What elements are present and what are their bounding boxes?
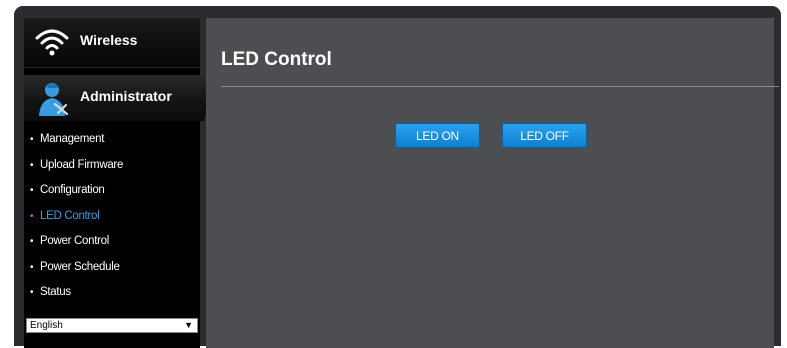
title-divider <box>221 86 779 87</box>
sidebar-item-label: Status <box>40 286 71 298</box>
bullet-icon: • <box>30 159 34 171</box>
admin-icon <box>39 83 69 116</box>
sidebar-item-label: Power Control <box>40 235 109 247</box>
sidebar-item-label: LED Control <box>40 209 100 222</box>
sidebar-item-management[interactable]: • Management <box>24 127 200 153</box>
sidebar-item-label: Power Schedule <box>40 260 120 273</box>
led-on-button[interactable]: LED ON <box>395 123 480 148</box>
sidebar-item-label: Upload Firmware <box>40 158 124 171</box>
sidebar-item-power-control[interactable]: • Power Control <box>24 229 200 255</box>
sidebar-section-wireless[interactable]: Wireless <box>24 18 200 68</box>
router-frame: Wireless Administrator • Management • Up… <box>14 6 781 348</box>
sidebar-section-wireless-label: Wireless <box>80 32 138 48</box>
sidebar-item-label: Configuration <box>40 184 105 196</box>
sidebar-item-led-control[interactable]: • LED Control <box>24 204 200 230</box>
sidebar-section-administrator-label: Administrator <box>80 88 172 104</box>
sidebar-item-power-schedule[interactable]: • Power Schedule <box>24 255 200 281</box>
main-panel: LED Control LED ON LED OFF <box>206 18 779 348</box>
language-select[interactable]: English ▼ <box>26 318 198 333</box>
sidebar-menu: • Management • Upload Firmware • Configu… <box>24 127 200 306</box>
led-off-button[interactable]: LED OFF <box>502 123 587 148</box>
sidebar-item-configuration[interactable]: • Configuration <box>24 178 200 204</box>
bullet-icon: • <box>30 185 34 196</box>
bullet-icon: • <box>30 287 34 298</box>
language-select-value: English <box>30 320 63 331</box>
sidebar-section-administrator[interactable]: Administrator <box>24 75 210 121</box>
bullet-icon: • <box>30 236 34 247</box>
chevron-down-icon: ▼ <box>184 320 193 330</box>
sidebar-item-status[interactable]: • Status <box>24 280 200 306</box>
wifi-icon <box>35 29 69 56</box>
bullet-icon: • <box>30 261 34 273</box>
bullet-icon: • <box>30 210 34 222</box>
sidebar: Wireless Administrator • Management • Up… <box>24 18 210 348</box>
bullet-icon: • <box>30 134 34 145</box>
sidebar-item-label: Management <box>40 133 105 145</box>
page-title: LED Control <box>221 49 332 70</box>
sidebar-item-upload-firmware[interactable]: • Upload Firmware <box>24 153 200 179</box>
